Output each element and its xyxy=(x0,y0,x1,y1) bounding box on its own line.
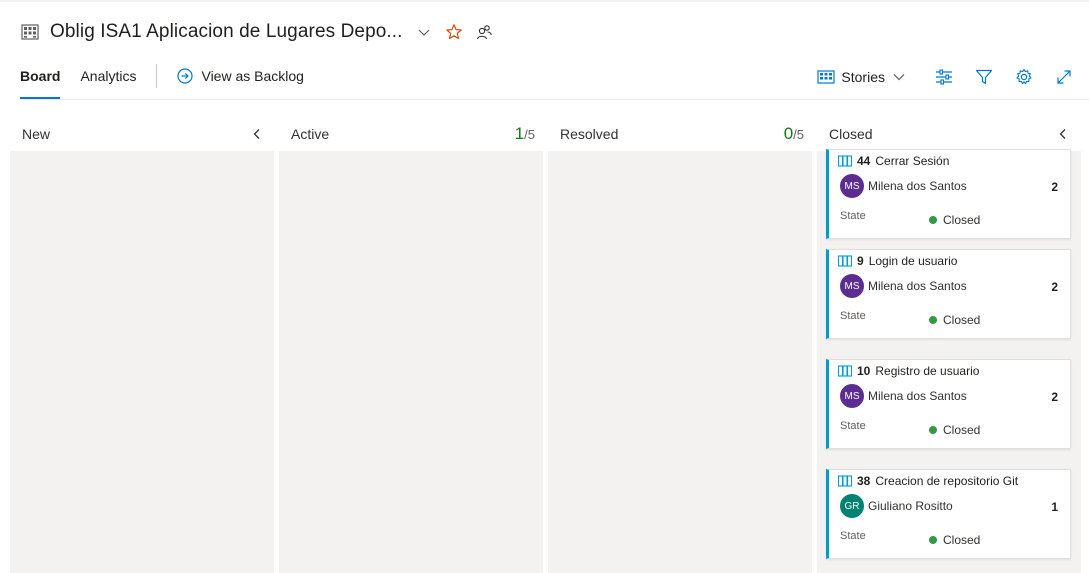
assignee[interactable]: MS Milena dos Santos xyxy=(840,174,967,198)
backlog-level-label: Stories xyxy=(841,69,885,85)
card-title-row: 9 Login de usuario xyxy=(838,254,957,268)
view-as-backlog-link[interactable]: View as Backlog xyxy=(177,62,304,84)
state-dot xyxy=(929,536,937,544)
user-story-icon xyxy=(838,155,852,167)
state-dot xyxy=(929,216,937,224)
tab-board[interactable]: Board xyxy=(20,62,61,99)
chevron-left-icon[interactable] xyxy=(247,124,267,144)
state-value: Closed xyxy=(943,423,981,437)
board-toolbar: Stories xyxy=(817,64,1077,90)
story-points[interactable]: 2 xyxy=(1051,390,1058,404)
user-story-icon xyxy=(838,255,852,267)
avatar: GR xyxy=(840,494,864,518)
kanban-board-page: Oblig ISA1 Aplicacion de Lugares Depo...… xyxy=(0,0,1089,573)
wip-limit: 1/5 xyxy=(515,124,535,144)
state-label: State xyxy=(840,210,866,222)
state-label: State xyxy=(840,420,866,432)
tabs-divider xyxy=(156,64,158,88)
story-points[interactable]: 1 xyxy=(1051,500,1058,514)
gear-icon[interactable] xyxy=(1011,64,1037,90)
work-item-id: 44 xyxy=(857,154,871,168)
board-tabs: Board Analytics View as Backlog xyxy=(20,62,304,100)
work-item-title[interactable]: Creacion de repositorio Git xyxy=(875,474,1018,488)
user-story-icon xyxy=(838,365,852,377)
wip-max: /5 xyxy=(524,127,535,142)
state-dot xyxy=(929,316,937,324)
filter-icon[interactable] xyxy=(971,64,997,90)
team-members-icon[interactable] xyxy=(471,19,497,45)
tab-analytics[interactable]: Analytics xyxy=(80,62,136,99)
arrow-circle-right-icon xyxy=(177,68,194,84)
column-header-resolved: Resolved 0/5 xyxy=(548,118,812,150)
backlog-level-picker[interactable]: Stories xyxy=(817,69,905,85)
wip-count: 0 xyxy=(783,124,794,143)
story-points[interactable]: 2 xyxy=(1051,280,1058,294)
work-item-id: 38 xyxy=(857,474,871,488)
work-item-title[interactable]: Login de usuario xyxy=(869,254,958,268)
assignee-name: Milena dos Santos xyxy=(868,279,967,293)
user-story-icon xyxy=(838,475,852,487)
column-body-resolved[interactable] xyxy=(548,151,812,573)
chevron-down-icon xyxy=(893,73,905,81)
work-item-card[interactable]: 38 Creacion de repositorio Git GR Giulia… xyxy=(826,469,1071,559)
board-title[interactable]: Oblig ISA1 Aplicacion de Lugares Depo... xyxy=(50,21,403,43)
avatar: MS xyxy=(840,274,864,298)
avatar: MS xyxy=(840,384,864,408)
state-field[interactable]: Closed xyxy=(929,423,980,437)
work-item-id: 9 xyxy=(857,254,864,268)
stories-icon xyxy=(817,69,836,85)
work-item-card[interactable]: 10 Registro de usuario MS Milena dos San… xyxy=(826,359,1071,449)
column-title: Resolved xyxy=(560,126,619,142)
column-title: Closed xyxy=(829,126,873,142)
state-value: Closed xyxy=(943,313,981,327)
card-title-row: 38 Creacion de repositorio Git xyxy=(838,474,1018,488)
avatar: MS xyxy=(840,174,864,198)
wip-count: 1 xyxy=(514,124,525,143)
star-icon[interactable] xyxy=(441,19,467,45)
assignee[interactable]: MS Milena dos Santos xyxy=(840,384,967,408)
state-dot xyxy=(929,426,937,434)
card-title-row: 10 Registro de usuario xyxy=(838,364,979,378)
state-field[interactable]: Closed xyxy=(929,533,980,547)
state-field[interactable]: Closed xyxy=(929,313,980,327)
column-header-new: New xyxy=(10,118,275,150)
board-grid-icon xyxy=(20,22,40,42)
work-item-card[interactable]: 44 Cerrar Sesión MS Milena dos Santos 2 … xyxy=(826,149,1071,239)
column-title: New xyxy=(22,126,51,142)
story-points[interactable]: 2 xyxy=(1051,180,1058,194)
column-header-closed: Closed xyxy=(817,118,1081,150)
work-item-id: 10 xyxy=(857,364,871,378)
work-item-title[interactable]: Registro de usuario xyxy=(875,364,979,378)
state-label: State xyxy=(840,530,866,542)
wip-max: /5 xyxy=(793,127,804,142)
settings-sliders-icon[interactable] xyxy=(931,64,957,90)
work-item-card[interactable]: 9 Login de usuario MS Milena dos Santos … xyxy=(826,249,1071,339)
assignee-name: Milena dos Santos xyxy=(868,389,967,403)
state-value: Closed xyxy=(943,213,981,227)
view-as-backlog-label: View as Backlog xyxy=(201,68,304,84)
tabs-underline-rule xyxy=(20,99,1089,100)
card-title-row: 44 Cerrar Sesión xyxy=(838,154,949,168)
expand-icon[interactable] xyxy=(1051,64,1077,90)
state-field[interactable]: Closed xyxy=(929,213,980,227)
column-title: Active xyxy=(291,126,330,142)
assignee[interactable]: GR Giuliano Rositto xyxy=(840,494,953,518)
state-label: State xyxy=(840,310,866,322)
column-body-new[interactable] xyxy=(10,151,274,573)
column-header-active: Active 1/5 xyxy=(279,118,543,150)
chevron-left-icon[interactable] xyxy=(1053,124,1073,144)
work-item-title[interactable]: Cerrar Sesión xyxy=(875,154,949,168)
assignee-name: Giuliano Rositto xyxy=(868,499,953,513)
assignee-name: Milena dos Santos xyxy=(868,179,967,193)
state-value: Closed xyxy=(943,533,981,547)
wip-limit: 0/5 xyxy=(784,124,804,144)
column-body-active[interactable] xyxy=(279,151,543,573)
board-header: Oblig ISA1 Aplicacion de Lugares Depo... xyxy=(20,18,497,46)
top-border xyxy=(0,0,1089,2)
assignee[interactable]: MS Milena dos Santos xyxy=(840,274,967,298)
board-picker-chevron-down-icon[interactable] xyxy=(411,19,437,45)
